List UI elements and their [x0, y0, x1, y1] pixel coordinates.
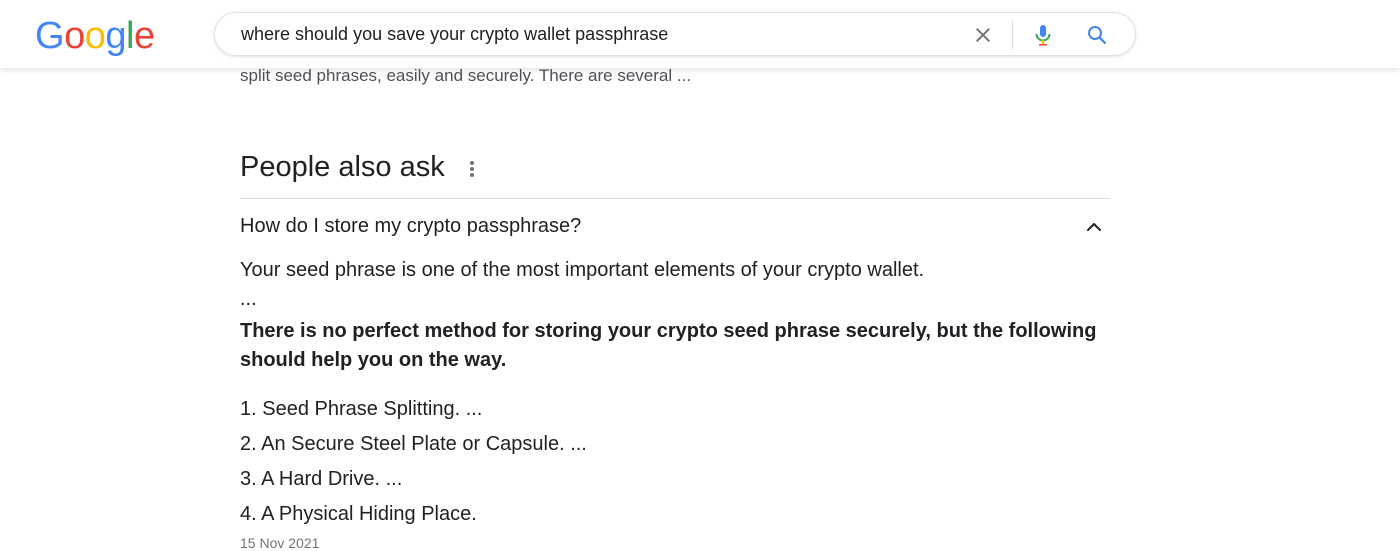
answer-lead: Your seed phrase is one of the most impo… — [240, 259, 925, 281]
question-accordion[interactable]: How do I store my crypto passphrase? — [240, 200, 1110, 252]
people-also-ask-title: People also ask — [240, 151, 445, 183]
list-item: 3. A Hard Drive. ... — [240, 468, 403, 490]
answer-highlight: There is no perfect method for storing y… — [240, 320, 1097, 371]
close-icon — [976, 28, 990, 42]
list-item: 4. A Physical Hiding Place. — [240, 503, 477, 525]
search-button[interactable] — [1081, 19, 1113, 51]
more-vert-icon — [470, 161, 474, 177]
search-icon — [1088, 26, 1107, 45]
search-box-divider — [1012, 21, 1013, 49]
divider — [240, 198, 1110, 199]
clear-button[interactable] — [967, 19, 999, 51]
list-item: 1. Seed Phrase Splitting. ... — [240, 398, 483, 420]
voice-search-button[interactable] — [1027, 19, 1059, 51]
answer-list: 1. Seed Phrase Splitting. ... 2. An Secu… — [240, 392, 587, 532]
more-options-button[interactable] — [464, 157, 480, 181]
microphone-icon — [1035, 25, 1051, 46]
list-item: 2. An Secure Steel Plate or Capsule. ... — [240, 433, 587, 455]
answer-date: 15 Nov 2021 — [240, 535, 320, 551]
google-logo[interactable]: Google — [35, 12, 155, 60]
chevron-up-icon — [1087, 223, 1101, 231]
header: Google — [0, 0, 1400, 68]
answer-ellipsis: ... — [240, 288, 257, 310]
search-input[interactable] — [241, 13, 941, 55]
question-text: How do I store my crypto passphrase? — [240, 215, 582, 237]
result-snippet: split seed phrases, easily and securely.… — [240, 66, 692, 85]
search-box — [214, 12, 1136, 56]
